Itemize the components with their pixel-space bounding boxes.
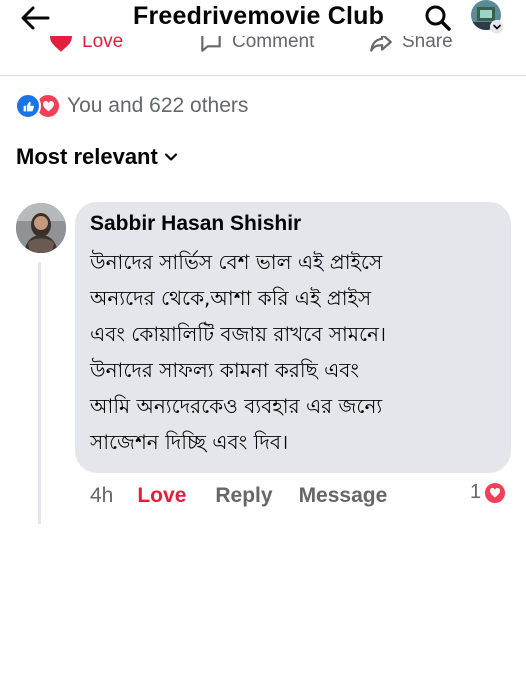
love-icon — [485, 482, 506, 503]
chevron-down-icon[interactable] — [490, 20, 504, 34]
share-action-label: Share — [402, 36, 453, 52]
top-bar: Freedrivemovie Club — [0, 0, 526, 36]
search-icon[interactable] — [424, 4, 452, 32]
love-action-label: Love — [82, 36, 124, 52]
thread-line — [38, 262, 41, 524]
like-icon — [15, 93, 41, 119]
comment-text: উনাদের সার্ভিস বেশ ভাল এই প্রাইসে অন্যদে… — [90, 250, 387, 454]
page-title: Freedrivemovie Club — [133, 2, 385, 30]
comment-author[interactable]: Sabbir Hasan Shishir — [90, 212, 301, 236]
comment-sort-dropdown[interactable]: Most relevant — [16, 144, 178, 170]
reaction-count: 1 — [470, 481, 482, 503]
comment-icon — [201, 36, 221, 52]
reactions-summary-text: You and 622 others — [67, 94, 249, 117]
comment-reply-button[interactable]: Reply — [215, 484, 272, 508]
comment-time[interactable]: 4h — [90, 484, 113, 508]
comment-bubble: Sabbir Hasan Shishir উনাদের সার্ভিস বেশ … — [75, 202, 511, 473]
divider — [0, 75, 526, 76]
comment-reaction-count[interactable]: 1 — [470, 481, 506, 504]
love-action-button[interactable]: Love — [48, 36, 123, 57]
reactions-summary[interactable]: You and 622 others — [15, 92, 248, 120]
comment-action-label: Comment — [232, 36, 315, 52]
sort-label: Most relevant — [16, 144, 158, 169]
share-action-button[interactable]: Share — [368, 36, 453, 57]
comment-love-button[interactable]: Love — [137, 484, 186, 508]
commenter-avatar[interactable] — [16, 203, 66, 253]
comment-message-button[interactable]: Message — [299, 484, 388, 508]
share-icon — [370, 36, 392, 52]
heart-icon — [50, 36, 72, 52]
arrow-left-icon[interactable] — [18, 2, 52, 34]
chevron-down-icon — [164, 153, 177, 161]
post-action-bar: Love Comment Share — [0, 36, 526, 76]
comment-meta: 4h Love Reply Message — [90, 480, 387, 512]
comment-action-button[interactable]: Comment — [198, 36, 314, 57]
